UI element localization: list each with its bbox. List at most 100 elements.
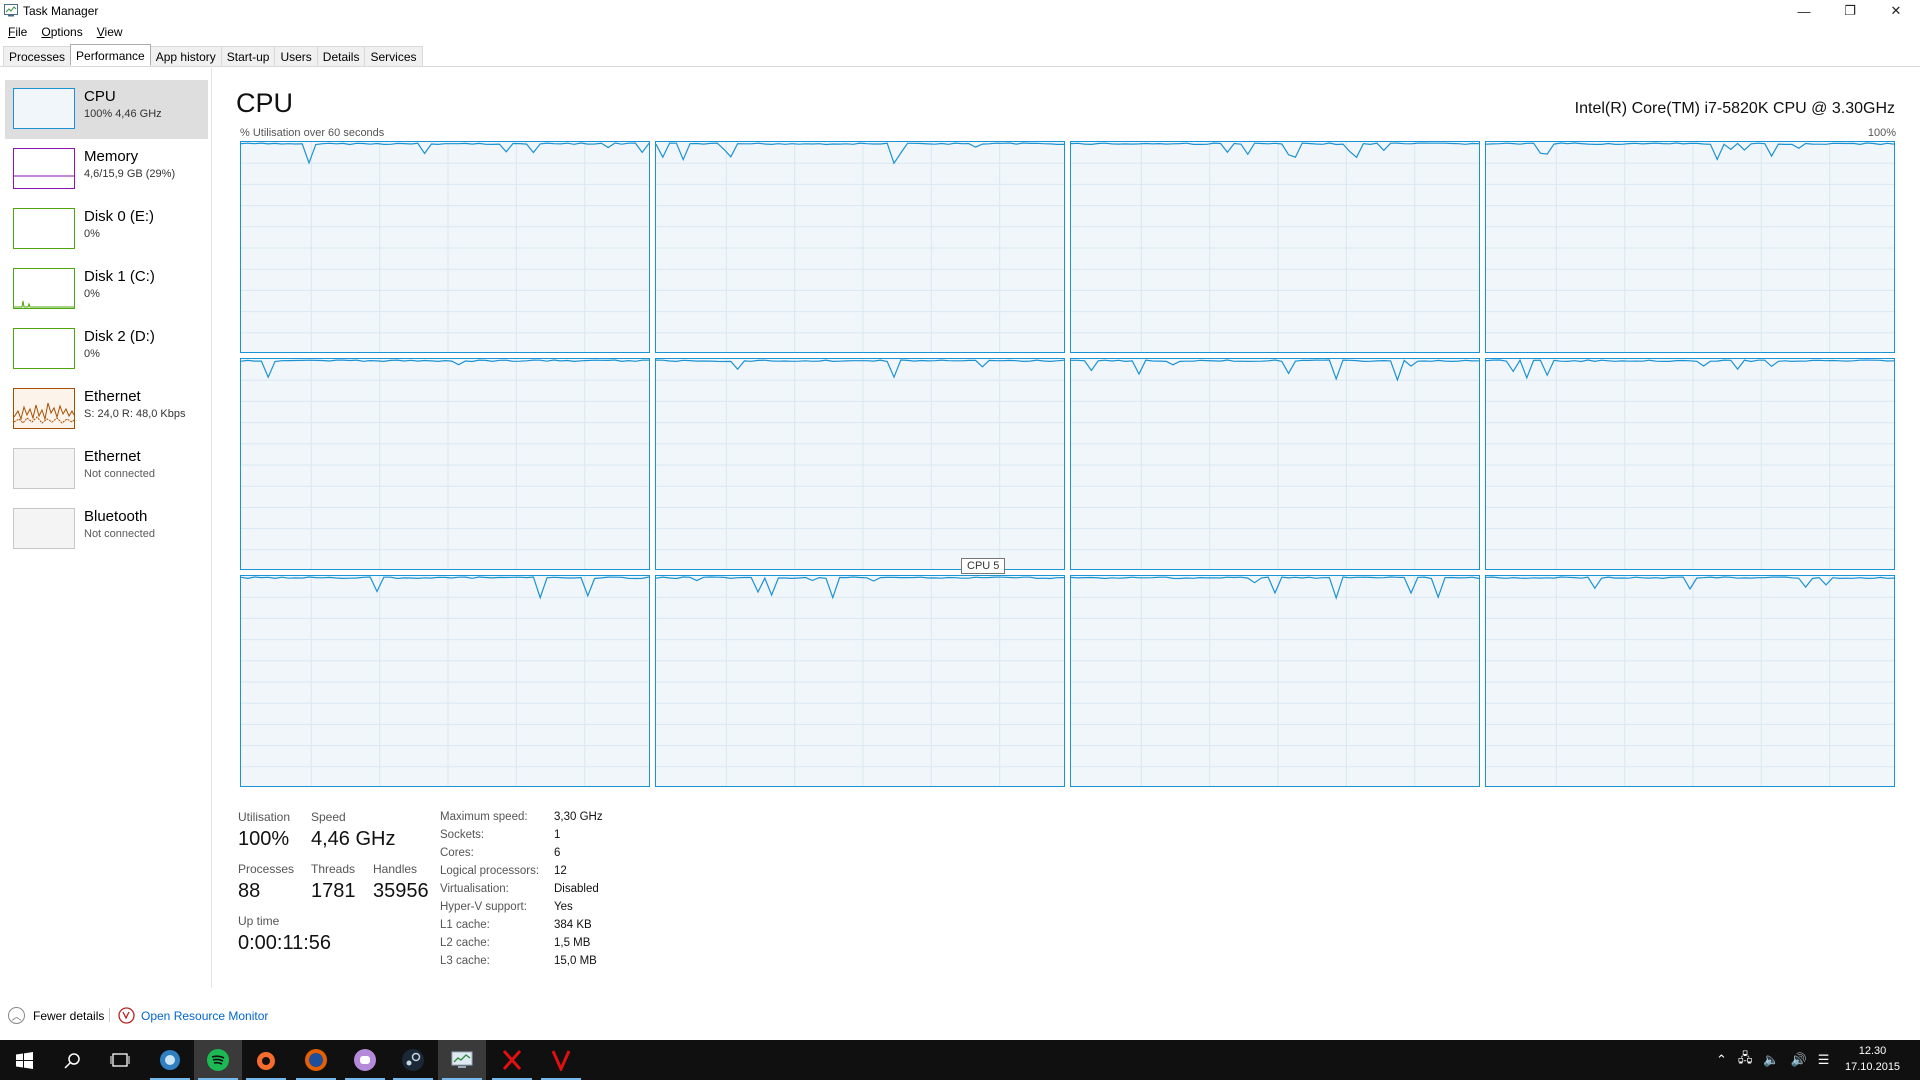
sidebar-item-disk0[interactable]: Disk 0 (E:) 0% (5, 200, 208, 259)
origin-icon (257, 1052, 275, 1070)
cpu-graph-3[interactable] (1485, 141, 1895, 353)
task-view-button[interactable] (96, 1040, 144, 1080)
taskbar-app-task-manager[interactable] (438, 1040, 486, 1080)
search-button[interactable] (48, 1040, 96, 1080)
minimize-button[interactable]: — (1781, 0, 1827, 22)
sidebar-item-label: Ethernet (84, 388, 141, 405)
taskbar-app-firefox[interactable] (292, 1040, 340, 1080)
handles-label: Handles (373, 862, 418, 876)
taskbar-app-steam[interactable] (389, 1040, 437, 1080)
tab-performance[interactable]: Performance (70, 44, 151, 65)
menu-file[interactable]: File (8, 22, 27, 42)
utilisation-label: Utilisation (238, 810, 291, 824)
sidebar-item-disk1[interactable]: Disk 1 (C:) 0% (5, 260, 208, 319)
taskbar-app-globe[interactable] (146, 1040, 194, 1080)
task-view-icon (110, 1053, 130, 1067)
cpu-graph-0[interactable] (240, 141, 650, 353)
sidebar-item-label: Ethernet (84, 448, 141, 465)
threads-value: 1781 (311, 880, 356, 902)
windows-start-button[interactable] (0, 1040, 48, 1080)
sidebar-item-ethernet[interactable]: Ethernet S: 24,0 R: 48,0 Kbps (5, 380, 208, 439)
windows-start-icon (15, 1051, 33, 1069)
spec-key: Hyper-V support: (440, 901, 527, 913)
firefox-icon (305, 1049, 327, 1071)
task-manager-icon (451, 1051, 473, 1068)
tab-processes[interactable]: Processes (3, 46, 72, 66)
menu-options[interactable]: Options (41, 22, 82, 42)
cpu-model-name: Intel(R) Core(TM) i7-5820K CPU @ 3.30GHz (1574, 100, 1895, 117)
sidebar-item-ethernet-2[interactable]: Ethernet Not connected (5, 440, 208, 499)
volume-icon[interactable]: 🔊 (1791, 1052, 1807, 1068)
utilisation-value: 100% (238, 828, 290, 850)
spec-value: 12 (554, 865, 567, 877)
sidebar-item-label: Disk 2 (D:) (84, 328, 155, 345)
fewer-details-button[interactable]: ︿ Fewer details (8, 1007, 104, 1024)
close-icon: ✕ (1890, 3, 1902, 18)
restore-button[interactable]: ❐ (1827, 0, 1873, 22)
ethernet-thumbnail-graph (13, 388, 75, 429)
spec-value: 1 (554, 829, 561, 841)
uptime-label: Up time (238, 914, 280, 928)
cpu-graph-4[interactable] (240, 358, 650, 570)
spec-value: Yes (554, 901, 573, 913)
tab-app-history[interactable]: App history (149, 46, 222, 66)
cpu-graph-5[interactable] (655, 358, 1065, 570)
cpu-graph-1[interactable] (655, 141, 1065, 353)
open-resource-monitor-label: Open Resource Monitor (141, 1008, 269, 1023)
sidebar-item-bluetooth[interactable]: Bluetooth Not connected (5, 500, 208, 559)
spec-value: 15,0 MB (554, 955, 597, 967)
cpu-graph-6[interactable] (1070, 358, 1480, 570)
resource-sidebar: CPU 100% 4,46 GHz Memory 4,6/15,9 GB (29… (0, 68, 212, 988)
sidebar-item-label: Bluetooth (84, 508, 148, 525)
sidebar-item-detail: 100% 4,46 GHz (84, 108, 162, 120)
tab-services[interactable]: Services (364, 46, 423, 66)
globe-app-icon (160, 1050, 180, 1070)
taskbar-app-origin[interactable] (242, 1040, 290, 1080)
network-icon[interactable]: 🖧 (1738, 1049, 1753, 1071)
steam-icon (402, 1049, 424, 1071)
sidebar-item-memory[interactable]: Memory 4,6/15,9 GB (29%) (5, 140, 208, 199)
open-resource-monitor-link[interactable]: Open Resource Monitor (118, 1007, 268, 1024)
taskbar-app-spotify[interactable] (194, 1040, 242, 1080)
footer-divider (109, 1008, 110, 1022)
tab-details[interactable]: Details (316, 46, 366, 66)
windows-taskbar: ⌃ 🖧 🔈 🔊 ☰ 12.30 17.10.2015 (0, 1040, 1920, 1080)
cpu-graph-8[interactable] (240, 575, 650, 787)
cpu-graph-7[interactable] (1485, 358, 1895, 570)
disk1-thumbnail-line (14, 300, 74, 308)
cpu-graph-10[interactable] (1070, 575, 1480, 787)
speed-value: 4,46 GHz (311, 828, 396, 850)
spec-key: Cores: (440, 847, 474, 859)
sidebar-item-disk2[interactable]: Disk 2 (D:) 0% (5, 320, 208, 379)
action-center-icon[interactable]: ☰ (1818, 1052, 1830, 1068)
disk0-thumbnail-graph (13, 208, 75, 249)
tab-startup[interactable]: Start-up (220, 46, 276, 66)
menu-view[interactable]: View (97, 22, 123, 42)
sidebar-item-cpu[interactable]: CPU 100% 4,46 GHz (5, 80, 208, 139)
sidebar-item-label: Memory (84, 148, 139, 165)
disk2-thumbnail-graph (13, 328, 75, 369)
cpu-graph-2[interactable] (1070, 141, 1480, 353)
taskbar-clock[interactable]: 12.30 17.10.2015 (1845, 1043, 1900, 1075)
close-button[interactable]: ✕ (1873, 0, 1919, 22)
ethernet-thumbnail-lines (13, 402, 75, 424)
processes-value: 88 (238, 880, 261, 902)
taskbar-app-discord[interactable] (341, 1040, 389, 1080)
uptime-value: 0:00:11:56 (238, 932, 332, 954)
cpu-graph-9[interactable] (655, 575, 1065, 787)
resource-monitor-icon (118, 1007, 135, 1024)
app-v-icon (551, 1050, 571, 1071)
tab-users[interactable]: Users (274, 46, 318, 66)
spec-key: Maximum speed: (440, 811, 528, 823)
spec-value: 6 (554, 847, 561, 859)
page-title: CPU (236, 88, 294, 118)
cpu-graph-11[interactable] (1485, 575, 1895, 787)
taskbar-app-x[interactable] (488, 1040, 536, 1080)
sidebar-item-detail: 0% (84, 348, 100, 360)
sidebar-item-detail: 4,6/15,9 GB (29%) (84, 168, 176, 180)
spec-value: Disabled (554, 883, 599, 895)
spotify-icon (207, 1049, 229, 1071)
chevron-up-icon[interactable]: ⌃ (1716, 1052, 1727, 1068)
taskbar-app-v[interactable] (537, 1040, 585, 1080)
speaker-icon[interactable]: 🔈 (1763, 1052, 1779, 1068)
